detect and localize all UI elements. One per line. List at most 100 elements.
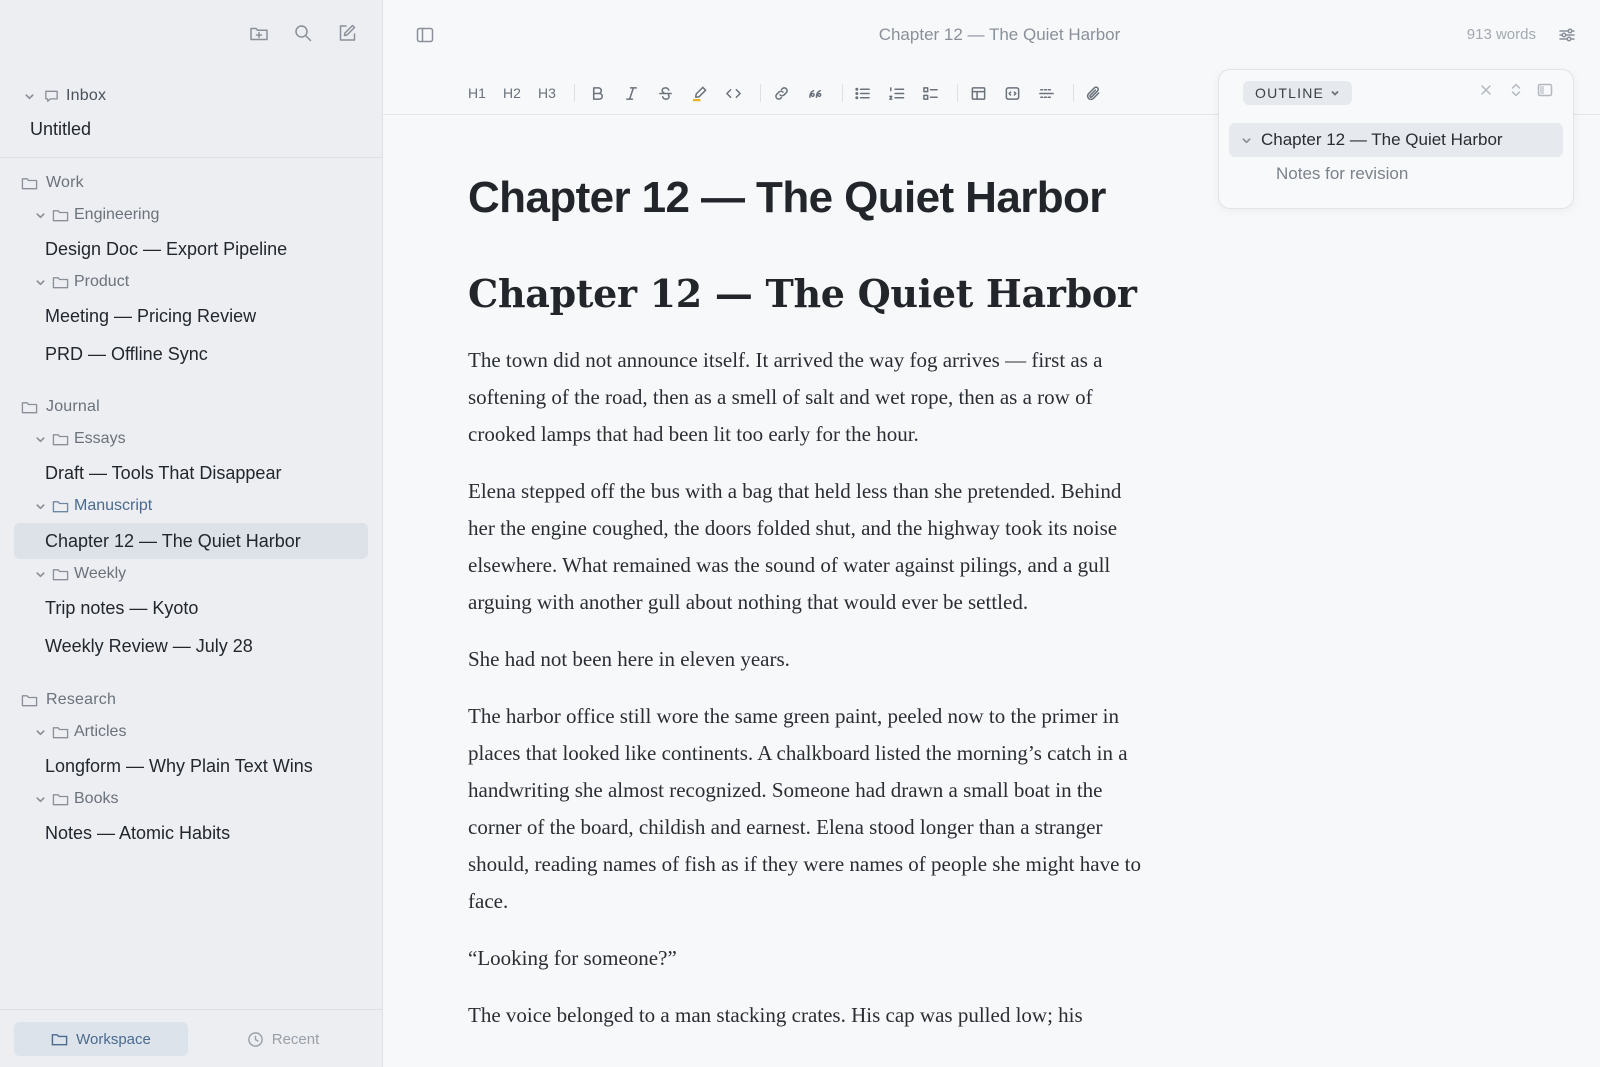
list-item[interactable]: Weekly Review — July 28 <box>14 628 368 664</box>
collapse-all-icon[interactable] <box>1478 82 1494 103</box>
chevron-down-icon[interactable] <box>1239 133 1253 147</box>
group-work[interactable]: Work <box>20 174 84 192</box>
list-item-active[interactable]: Chapter 12 — The Quiet Harbor <box>14 523 368 559</box>
chevron-down-icon[interactable] <box>22 89 36 103</box>
highlight-icon[interactable] <box>691 82 708 104</box>
chevron-down-icon[interactable] <box>33 208 47 222</box>
numbered-list-icon[interactable] <box>888 82 905 104</box>
paragraph[interactable]: Elena stepped off the bus with a bag tha… <box>468 473 1148 621</box>
panel-layout-icon[interactable] <box>1537 82 1553 103</box>
list-item[interactable]: Meeting — Pricing Review <box>14 298 368 334</box>
folder-icon <box>51 273 69 291</box>
doc-title: Notes — Atomic Habits <box>45 822 231 843</box>
folder-icon <box>51 1033 68 1045</box>
toolbar-divider <box>574 84 575 102</box>
link-icon[interactable] <box>773 82 790 104</box>
search-icon[interactable] <box>292 22 314 44</box>
doc-title: Trip notes — Kyoto <box>45 597 199 618</box>
chevron-down-icon[interactable] <box>33 567 47 581</box>
recent-tab[interactable]: Recent <box>196 1022 370 1056</box>
folder-label: Books <box>74 790 119 807</box>
heading3-button[interactable]: H3 <box>538 82 556 104</box>
new-folder-icon[interactable] <box>248 22 270 44</box>
expand-all-icon[interactable] <box>1508 82 1524 103</box>
sidebar-footer: Workspace Recent <box>0 1009 382 1067</box>
bold-icon[interactable] <box>589 82 606 104</box>
inline-code-icon[interactable] <box>725 82 742 104</box>
folder-label: Engineering <box>74 206 160 223</box>
outline-item[interactable]: Notes for revision <box>1229 157 1563 191</box>
document-title[interactable]: Chapter 12 — The Quiet Harbor <box>468 170 1148 226</box>
outline-dropdown[interactable]: OUTLINE <box>1243 81 1353 105</box>
toolbar-divider <box>760 84 761 102</box>
group-research[interactable]: Research <box>20 691 116 709</box>
recent-label: Recent <box>271 1030 320 1048</box>
folder-icon <box>20 398 38 416</box>
chevron-down-icon[interactable] <box>33 499 47 513</box>
chevron-down-icon[interactable] <box>33 792 47 806</box>
inbox-icon <box>42 87 60 105</box>
list-item[interactable]: Trip notes — Kyoto <box>14 590 368 626</box>
sidebar-actions <box>248 22 358 44</box>
folder-books[interactable]: Books <box>33 790 118 808</box>
editor-body[interactable]: Chapter 12 — The Quiet Harbor Chapter 12… <box>468 170 1148 1034</box>
folder-articles[interactable]: Articles <box>33 723 126 741</box>
folder-icon <box>51 723 69 741</box>
folder-label: Manuscript <box>74 497 153 514</box>
list-item[interactable]: Longform — Why Plain Text Wins <box>14 748 368 784</box>
paragraph[interactable]: The harbor office still wore the same gr… <box>468 698 1148 920</box>
clock-icon <box>247 1031 263 1047</box>
heading1-button[interactable]: H1 <box>468 82 486 104</box>
settings-sliders-icon[interactable] <box>1556 24 1578 46</box>
italic-icon[interactable] <box>623 82 640 104</box>
group-journal[interactable]: Journal <box>20 398 100 416</box>
inbox-header[interactable]: Inbox <box>22 87 106 105</box>
task-list-icon[interactable] <box>922 82 939 104</box>
group-label: Journal <box>46 398 100 415</box>
folder-engineering[interactable]: Engineering <box>33 206 159 224</box>
workspace-tab[interactable]: Workspace <box>14 1022 188 1056</box>
attachment-icon[interactable] <box>1085 82 1102 104</box>
horizontal-rule-icon[interactable] <box>1038 82 1055 104</box>
bullet-list-icon[interactable] <box>854 82 871 104</box>
chevron-down-icon[interactable] <box>33 432 47 446</box>
table-icon[interactable] <box>970 82 987 104</box>
document-title-bar: Chapter 12 — The Quiet Harbor <box>383 25 1600 45</box>
list-item[interactable]: Design Doc — Export Pipeline <box>14 231 368 267</box>
outline-item-active[interactable]: Chapter 12 — The Quiet Harbor <box>1229 123 1563 157</box>
chevron-down-icon[interactable] <box>33 725 47 739</box>
folder-manuscript[interactable]: Manuscript <box>33 497 152 515</box>
outline-label: OUTLINE <box>1255 85 1325 101</box>
folder-product[interactable]: Product <box>33 273 129 291</box>
folder-icon <box>51 497 69 515</box>
toolbar-divider <box>842 84 843 102</box>
chevron-down-icon[interactable] <box>33 275 47 289</box>
folder-icon <box>20 691 38 709</box>
list-item[interactable]: Draft — Tools That Disappear <box>14 455 368 491</box>
sidebar: Inbox Untitled Work Engineering Design D… <box>0 0 383 1067</box>
folder-essays[interactable]: Essays <box>33 430 126 448</box>
new-note-icon[interactable] <box>336 22 358 44</box>
chapter-heading[interactable]: Chapter 12 — The Quiet Harbor <box>468 268 1148 320</box>
paragraph[interactable]: She had not been here in eleven years. <box>468 641 1148 678</box>
word-count: 913 words <box>1466 26 1536 43</box>
list-item[interactable]: Notes — Atomic Habits <box>14 815 368 851</box>
inbox-label: Inbox <box>66 87 107 104</box>
doc-title: Untitled <box>30 118 92 139</box>
paragraph[interactable]: “Looking for someone?” <box>468 940 1148 977</box>
list-item[interactable]: PRD — Offline Sync <box>14 336 368 372</box>
quote-icon[interactable] <box>807 82 824 104</box>
heading2-button[interactable]: H2 <box>503 82 521 104</box>
paragraph[interactable]: The town did not announce itself. It arr… <box>468 342 1148 453</box>
outline-item-label: Chapter 12 — The Quiet Harbor <box>1261 130 1503 149</box>
paragraph[interactable]: The voice belonged to a man stacking cra… <box>468 997 1148 1034</box>
doc-title: Longform — Why Plain Text Wins <box>45 755 313 776</box>
strikethrough-icon[interactable] <box>657 82 674 104</box>
folder-weekly[interactable]: Weekly <box>33 565 126 583</box>
folder-icon <box>51 565 69 583</box>
group-label: Research <box>46 691 117 708</box>
code-block-icon[interactable] <box>1004 82 1021 104</box>
list-item[interactable]: Untitled <box>14 111 368 147</box>
folder-label: Articles <box>74 723 127 740</box>
doc-title: Design Doc — Export Pipeline <box>45 238 288 259</box>
